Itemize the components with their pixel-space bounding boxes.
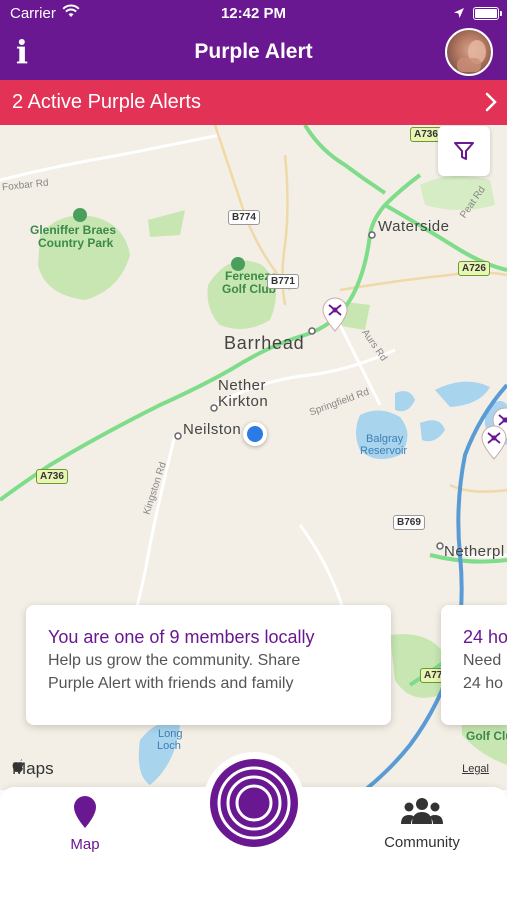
map-label-town: Waterside (378, 218, 450, 235)
road-shield: B774 (228, 210, 260, 225)
map-label-town: Netherpl (444, 543, 505, 560)
road-shield: A736 (36, 469, 68, 484)
card-body-line: Purple Alert with friends and family (48, 675, 294, 692)
purple-alert-target-icon (210, 759, 298, 847)
road-shield: B771 (267, 274, 299, 289)
info-card[interactable]: 24 ho Need 24 ho (441, 605, 507, 725)
card-body-line: Need (463, 652, 502, 669)
map-label-town: Nether (218, 377, 267, 394)
map-label-town: Kirkton (218, 393, 269, 410)
page-title: Purple Alert (194, 40, 313, 63)
map-label-water: Loch (157, 740, 181, 752)
app-header: Carrier 12:42 PM i Purple Alert (0, 0, 507, 80)
map-label-water: Long (158, 728, 183, 740)
map-label-town: Barrhead (224, 333, 305, 353)
alert-pin-icon[interactable] (480, 425, 507, 461)
road-shield: B769 (393, 515, 425, 530)
map-label-water: Balgray (366, 433, 404, 445)
map-label-park: Golf Clu (466, 729, 507, 743)
status-bar: Carrier 12:42 PM (0, 0, 507, 28)
map-pin-icon (74, 796, 96, 828)
filter-icon (454, 142, 474, 160)
map-view[interactable]: Foxbar Rd Gleniffer Braes Country Park F… (0, 125, 507, 790)
map-label-water: Reservoir (360, 445, 408, 457)
maps-attribution: Maps (12, 759, 54, 779)
status-time: 12:42 PM (220, 5, 287, 22)
card-title: You are one of 9 members locally (48, 627, 315, 647)
legal-link[interactable]: Legal (462, 763, 489, 775)
active-alerts-text: 2 Active Purple Alerts (12, 91, 201, 113)
tab-community-label: Community (384, 834, 460, 851)
card-body-line: 24 ho (463, 675, 504, 692)
map-label-park: Country Park (38, 236, 114, 250)
card-title: 24 ho (463, 627, 507, 647)
chevron-right-icon (485, 92, 497, 117)
map-label-town: Neilston (183, 421, 242, 438)
info-card[interactable]: You are one of 9 members locally Help us… (26, 605, 391, 725)
location-arrow-icon (453, 6, 465, 23)
user-location-dot (243, 422, 267, 446)
alert-pin-icon[interactable] (320, 297, 350, 333)
battery-icon (473, 7, 502, 20)
people-icon (401, 798, 443, 824)
filter-button[interactable] (438, 126, 490, 176)
card-body-line: Help us grow the community. Share (48, 652, 301, 669)
active-alerts-banner[interactable]: 2 Active Purple Alerts (0, 80, 507, 125)
profile-avatar[interactable] (445, 28, 493, 76)
tab-map[interactable]: Map (30, 795, 140, 853)
purple-alert-button[interactable] (203, 752, 305, 854)
tab-map-label: Map (70, 836, 100, 853)
road-shield: A726 (458, 261, 490, 276)
tab-community[interactable]: Community (367, 795, 477, 851)
